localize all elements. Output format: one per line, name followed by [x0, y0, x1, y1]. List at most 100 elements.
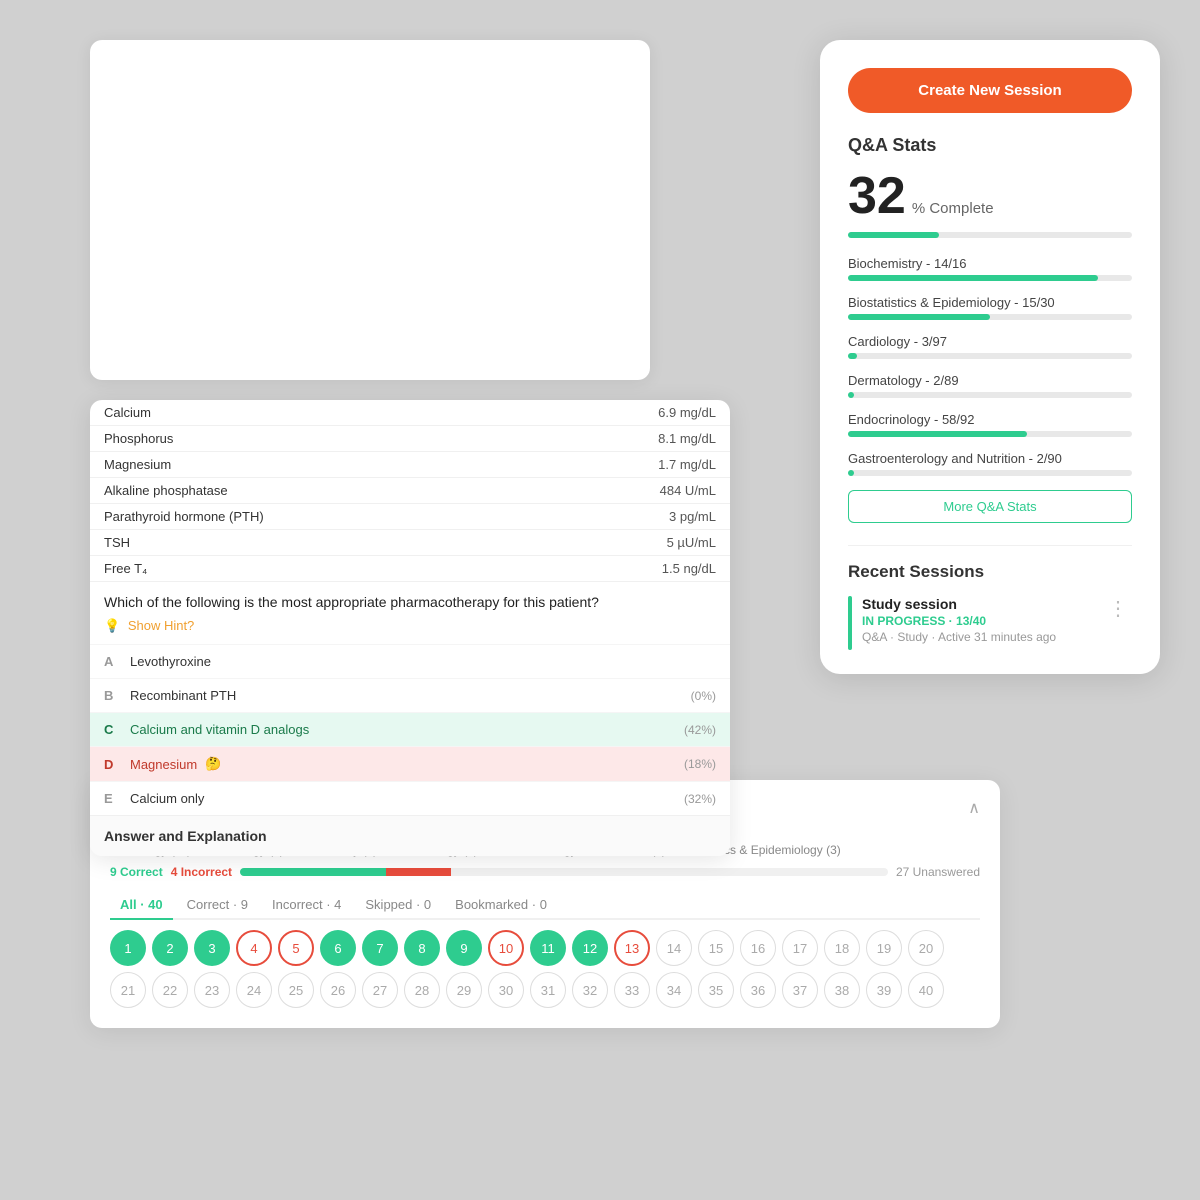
answer-option-c[interactable]: C Calcium and vitamin D analogs (42%): [90, 712, 730, 746]
subject-rows: Biochemistry - 14/16 Biostatistics & Epi…: [848, 256, 1132, 476]
question-number-15[interactable]: 15: [698, 930, 734, 966]
lab-value: 3 pg/mL: [529, 504, 730, 530]
question-number-31[interactable]: 31: [530, 972, 566, 1008]
question-text: Which of the following is the most appro…: [90, 582, 730, 614]
lab-row: TSH5 µU/mL: [90, 530, 730, 556]
question-number-6[interactable]: 6: [320, 930, 356, 966]
question-number-11[interactable]: 11: [530, 930, 566, 966]
answer-option-a[interactable]: A Levothyroxine: [90, 644, 730, 678]
session-status: IN PROGRESS · 13/40: [862, 614, 1094, 628]
question-number-29[interactable]: 29: [446, 972, 482, 1008]
question-number-24[interactable]: 24: [236, 972, 272, 1008]
question-number-26[interactable]: 26: [320, 972, 356, 1008]
question-number-28[interactable]: 28: [404, 972, 440, 1008]
session-meta: Q&A · Study · Active 31 minutes ago: [862, 630, 1094, 644]
subject-label: Dermatology - 2/89: [848, 373, 1132, 388]
question-number-32[interactable]: 32: [572, 972, 608, 1008]
top-left-card: [90, 40, 650, 380]
score-bar-track: [240, 868, 888, 876]
subject-stat-row: Gastroenterology and Nutrition - 2/90: [848, 451, 1132, 476]
answer-option-e[interactable]: E Calcium only (32%): [90, 781, 730, 815]
qa-panel: Create New Session Q&A Stats 32 % Comple…: [820, 40, 1160, 674]
lab-test: Alkaline phosphatase: [90, 478, 529, 504]
lab-test: Magnesium: [90, 452, 529, 478]
question-number-16[interactable]: 16: [740, 930, 776, 966]
question-number-21[interactable]: 21: [110, 972, 146, 1008]
question-number-8[interactable]: 8: [404, 930, 440, 966]
divider: [848, 545, 1132, 546]
lab-value: 484 U/mL: [529, 478, 730, 504]
subject-label: Biostatistics & Epidemiology - 15/30: [848, 295, 1132, 310]
question-number-38[interactable]: 38: [824, 972, 860, 1008]
session-options-button[interactable]: ⋮: [1104, 596, 1132, 621]
answer-option-d[interactable]: D Magnesium 🤔 (18%): [90, 746, 730, 781]
question-number-1[interactable]: 1: [110, 930, 146, 966]
score-bar-correct: [240, 868, 386, 876]
question-number-39[interactable]: 39: [866, 972, 902, 1008]
question-number-27[interactable]: 27: [362, 972, 398, 1008]
question-number-14[interactable]: 14: [656, 930, 692, 966]
question-number-36[interactable]: 36: [740, 972, 776, 1008]
question-number-22[interactable]: 22: [152, 972, 188, 1008]
question-number-34[interactable]: 34: [656, 972, 692, 1008]
session-info: Study session IN PROGRESS · 13/40 Q&A · …: [862, 596, 1094, 644]
subject-bar-fill: [848, 353, 857, 359]
show-hint-link[interactable]: 💡 Show Hint?: [90, 614, 730, 644]
session-tab-1[interactable]: Correct · 9: [177, 891, 258, 920]
question-number-2[interactable]: 2: [152, 930, 188, 966]
session-card[interactable]: Study session IN PROGRESS · 13/40 Q&A · …: [848, 596, 1132, 650]
question-number-23[interactable]: 23: [194, 972, 230, 1008]
question-number-10[interactable]: 10: [488, 930, 524, 966]
subject-label: Gastroenterology and Nutrition - 2/90: [848, 451, 1132, 466]
lab-test: Free T₄: [90, 556, 529, 582]
question-number-19[interactable]: 19: [866, 930, 902, 966]
more-qa-stats-button[interactable]: More Q&A Stats: [848, 490, 1132, 523]
lab-value: 1.7 mg/dL: [529, 452, 730, 478]
question-number-5[interactable]: 5: [278, 930, 314, 966]
lab-value: 1.5 ng/dL: [529, 556, 730, 582]
session-tab-3[interactable]: Skipped · 0: [355, 891, 441, 920]
lab-row: Parathyroid hormone (PTH)3 pg/mL: [90, 504, 730, 530]
subject-bar-fill: [848, 314, 990, 320]
question-number-40[interactable]: 40: [908, 972, 944, 1008]
subject-bar: [848, 392, 1132, 398]
subject-bar: [848, 353, 1132, 359]
session-name: Study session: [862, 596, 1094, 612]
answer-explanation-header: Answer and Explanation: [90, 815, 730, 856]
session-tabs: All · 40Correct · 9Incorrect · 4Skipped …: [110, 891, 980, 920]
subject-label: Biochemistry - 14/16: [848, 256, 1132, 271]
question-number-20[interactable]: 20: [908, 930, 944, 966]
question-number-18[interactable]: 18: [824, 930, 860, 966]
session-tab-4[interactable]: Bookmarked · 0: [445, 891, 557, 920]
option-letter: C: [104, 722, 120, 737]
question-number-13[interactable]: 13: [614, 930, 650, 966]
subject-bar-fill: [848, 392, 854, 398]
question-number-3[interactable]: 3: [194, 930, 230, 966]
collapse-details-button[interactable]: ∧: [968, 798, 980, 818]
option-pct: (0%): [691, 689, 716, 703]
question-number-4[interactable]: 4: [236, 930, 272, 966]
correct-score-label: 9 Correct: [110, 865, 163, 879]
question-number-7[interactable]: 7: [362, 930, 398, 966]
question-number-37[interactable]: 37: [782, 972, 818, 1008]
question-number-35[interactable]: 35: [698, 972, 734, 1008]
question-number-33[interactable]: 33: [614, 972, 650, 1008]
question-number-12[interactable]: 12: [572, 930, 608, 966]
create-session-button[interactable]: Create New Session: [848, 68, 1132, 113]
question-number-25[interactable]: 25: [278, 972, 314, 1008]
score-bar-row: 9 Correct 4 Incorrect 27 Unanswered: [110, 865, 980, 879]
session-tab-0[interactable]: All · 40: [110, 891, 173, 920]
option-text: Magnesium: [130, 757, 197, 772]
question-number-30[interactable]: 30: [488, 972, 524, 1008]
subject-bar-fill: [848, 431, 1027, 437]
session-tab-2[interactable]: Incorrect · 4: [262, 891, 351, 920]
question-number-9[interactable]: 9: [446, 930, 482, 966]
complete-stat: 32 % Complete: [848, 170, 1132, 222]
subject-bar: [848, 470, 1132, 476]
option-pct: (32%): [684, 792, 716, 806]
option-letter: A: [104, 654, 120, 669]
question-number-17[interactable]: 17: [782, 930, 818, 966]
subject-bar: [848, 431, 1132, 437]
answer-option-b[interactable]: B Recombinant PTH (0%): [90, 678, 730, 712]
question-card: Calcium6.9 mg/dLPhosphorus8.1 mg/dLMagne…: [90, 400, 730, 856]
